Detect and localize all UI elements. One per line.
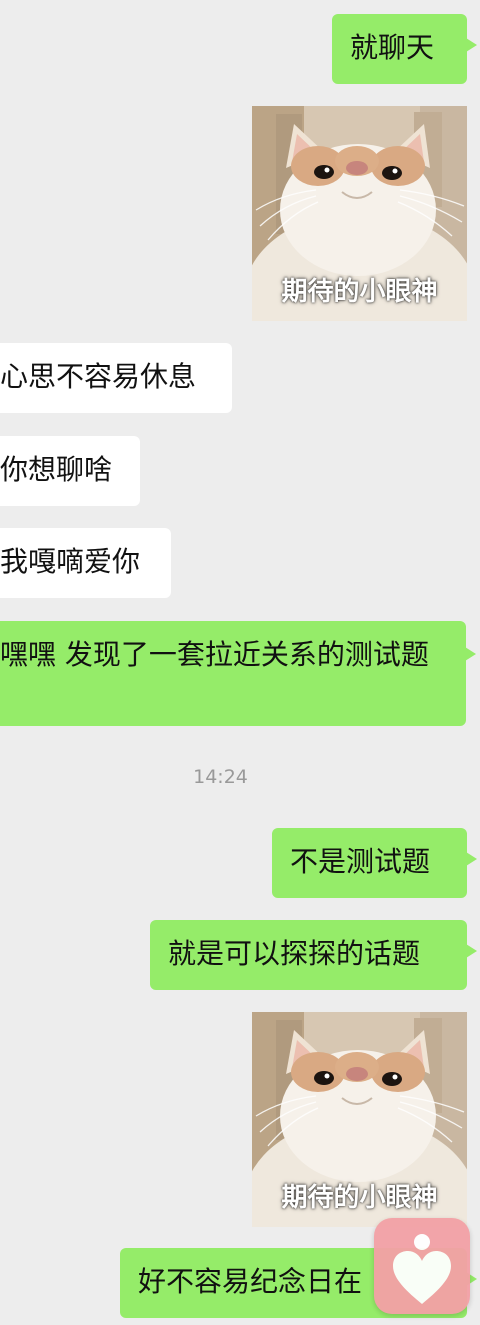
sticker-caption: 期待的小眼神	[281, 1183, 438, 1213]
message-bubble[interactable]: 你想聊啥	[0, 436, 140, 506]
cat-sticker-message[interactable]: 期待的小眼神	[252, 1012, 467, 1227]
message-bubble[interactable]: 就聊天	[332, 14, 477, 84]
app-floating-badge[interactable]	[374, 1218, 470, 1314]
message-text: 心思不容易休息	[0, 360, 197, 393]
message-text: 好不容易纪念日在	[138, 1265, 363, 1298]
message-bubble[interactable]: 心思不容易休息	[0, 343, 232, 413]
message-bubble[interactable]: 就是可以探探的话题	[150, 920, 477, 990]
message-text: 嘿嘿 发现了一套拉近关系的测试题	[0, 638, 429, 671]
heart-person-icon	[393, 1234, 451, 1304]
cat-sticker-message[interactable]: 期待的小眼神	[252, 106, 467, 321]
message-text: 我嘎嘀爱你	[0, 545, 141, 578]
message-timestamp: 14:24	[193, 766, 248, 788]
sticker-caption: 期待的小眼神	[281, 277, 438, 307]
message-bubble[interactable]: 嘿嘿 发现了一套拉近关系的测试题	[0, 621, 476, 726]
message-text: 就聊天	[350, 31, 435, 64]
message-bubble[interactable]: 不是测试题	[272, 828, 477, 898]
message-text: 你想聊啥	[0, 453, 113, 486]
chat-view: 就聊天 期待的小眼神 心思不容易休息 你想聊啥 我嘎嘀爱你 嘿嘿 发现了一套拉近…	[0, 0, 480, 1325]
message-text: 就是可以探探的话题	[168, 937, 421, 970]
message-bubble[interactable]: 我嘎嘀爱你	[0, 528, 171, 598]
message-text: 不是测试题	[290, 845, 431, 878]
